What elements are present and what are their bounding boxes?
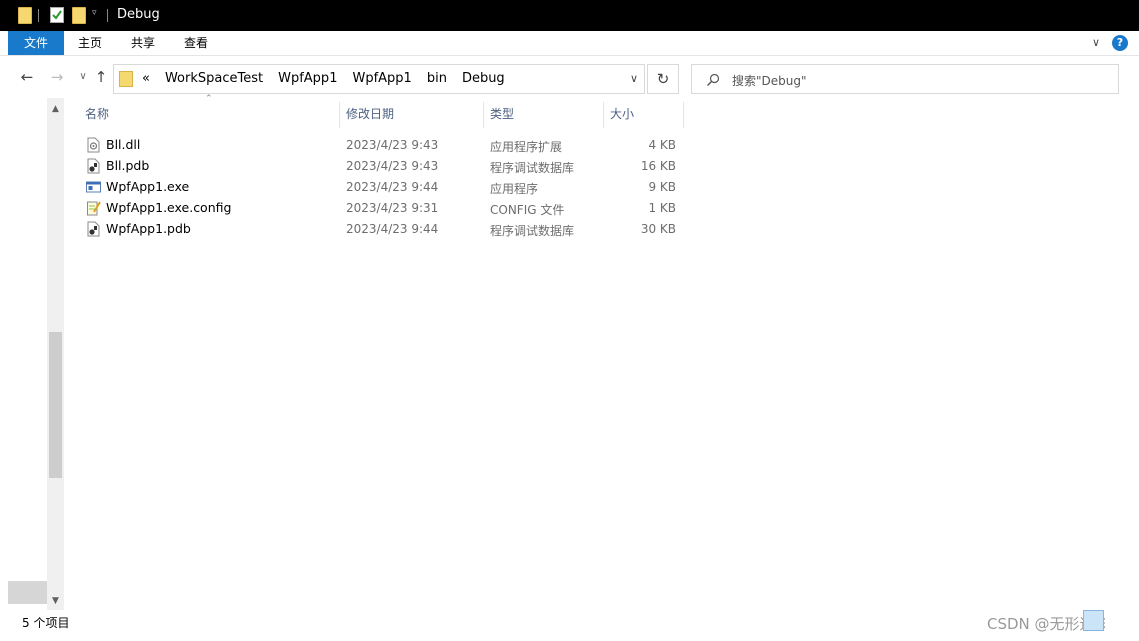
tab-home[interactable]: 主页 [64,31,116,55]
expand-ribbon-icon[interactable]: ∨ [1092,36,1100,49]
breadcrumb-item[interactable]: WorkSpaceTest [165,71,263,86]
file-date: 2023/4/23 9:44 [346,180,439,194]
config-file-icon [87,201,101,216]
pdb-file-icon [87,158,100,174]
folder-icon [119,71,133,87]
file-size: 30 KB [640,222,676,236]
column-divider[interactable] [483,102,484,128]
file-row[interactable]: WpfApp1.pdb 2023/4/23 9:44 程序调试数据库 30 KB [70,218,690,239]
large-icons-view-button[interactable] [1105,610,1126,631]
column-divider[interactable] [339,102,340,128]
breadcrumb-overflow[interactable]: « [142,71,150,86]
file-size: 9 KB [648,180,676,194]
column-header-name[interactable]: 名称 [85,98,109,130]
tab-view[interactable]: 查看 [170,31,222,55]
scrollbar-thumb[interactable] [49,332,62,478]
item-count: 5 个项目 [22,616,70,630]
search-icon [707,73,720,86]
customize-toolbar-icon[interactable]: ▿ [92,8,97,25]
scroll-up-icon[interactable]: ▲ [47,104,64,114]
tab-share[interactable]: 共享 [116,31,170,55]
file-name: Bll.dll [106,137,141,152]
column-divider[interactable] [603,102,604,128]
column-header-date[interactable]: 修改日期 [346,98,394,130]
breadcrumb: « WorkSpaceTest WpfApp1 WpfApp1 bin Debug [142,71,520,86]
exe-file-icon [86,181,101,193]
breadcrumb-item[interactable]: WpfApp1 [278,71,337,86]
file-name: Bll.pdb [106,158,150,173]
file-name: WpfApp1.pdb [106,221,191,236]
tab-file[interactable]: 文件 [8,31,64,55]
details-view-button[interactable] [1083,610,1104,631]
folder-icon [18,7,32,24]
file-type: 应用程序 [490,182,539,196]
pdb-file-icon [87,221,100,237]
file-type: 程序调试数据库 [490,161,575,175]
search-box[interactable]: 搜索"Debug" [691,64,1119,94]
navigation-bar: ← → ∨ ↑ « WorkSpaceTest WpfApp1 WpfApp1 bin D… [0,56,1139,98]
refresh-icon: ↻ [656,70,670,88]
file-date: 2023/4/23 9:43 [346,159,439,173]
help-icon[interactable]: ? [1112,35,1128,51]
file-date: 2023/4/23 9:31 [346,201,439,215]
dll-file-icon [87,137,100,153]
ribbon: 文件 主页 共享 查看 ∨ ? [0,31,1139,56]
divider [38,9,39,22]
search-placeholder: 搜索"Debug" [732,74,807,88]
title-bar: ▿ Debug [0,0,1139,31]
horizontal-scrollbar[interactable] [8,581,47,604]
file-size: 1 KB [648,201,676,215]
back-arrow-icon[interactable]: ← [18,68,36,86]
file-row[interactable]: Bll.pdb 2023/4/23 9:43 程序调试数据库 16 KB [70,155,690,176]
up-arrow-icon[interactable]: ↑ [92,68,110,86]
file-row[interactable]: Bll.dll 2023/4/23 9:43 应用程序扩展 4 KB [70,134,690,155]
file-type: 应用程序扩展 [490,140,563,154]
status-bar: 5 个项目 CSDN @无形道长 [0,610,1139,641]
chevron-down-icon[interactable]: ∨ [630,72,638,85]
forward-arrow-icon[interactable]: → [48,68,66,86]
column-divider[interactable] [683,102,684,128]
file-size: 16 KB [640,159,676,173]
breadcrumb-item[interactable]: Debug [462,71,505,86]
file-date: 2023/4/23 9:44 [346,222,439,236]
file-row[interactable]: WpfApp1.exe.config 2023/4/23 9:31 CONFIG… [70,197,690,218]
file-list: ⌃ 名称 修改日期 类型 大小 Bll.dll 2023/4/23 9:43 应… [70,94,1139,610]
file-size: 4 KB [648,138,676,152]
breadcrumb-item[interactable]: bin [427,71,447,86]
file-name: WpfApp1.exe [106,179,190,194]
new-folder-icon[interactable] [72,7,86,24]
file-row[interactable]: WpfApp1.exe 2023/4/23 9:44 应用程序 9 KB [70,176,690,197]
vertical-scrollbar[interactable]: ▲ ▼ [47,98,64,610]
divider [107,9,108,22]
address-bar[interactable]: « WorkSpaceTest WpfApp1 WpfApp1 bin Debug ∨ [113,64,645,94]
file-name: WpfApp1.exe.config [106,200,232,215]
column-header-size[interactable]: 大小 [610,98,634,130]
properties-icon[interactable] [50,7,64,23]
breadcrumb-item[interactable]: WpfApp1 [352,71,411,86]
refresh-button[interactable]: ↻ [647,64,679,94]
scroll-down-icon[interactable]: ▼ [47,596,64,606]
sort-ascending-icon: ⌃ [205,94,213,104]
file-date: 2023/4/23 9:43 [346,138,439,152]
window-title: Debug [117,7,160,22]
file-type: CONFIG 文件 [490,203,565,217]
file-type: 程序调试数据库 [490,224,575,238]
column-header-type[interactable]: 类型 [490,98,514,130]
recent-locations-icon[interactable]: ∨ [74,68,92,86]
